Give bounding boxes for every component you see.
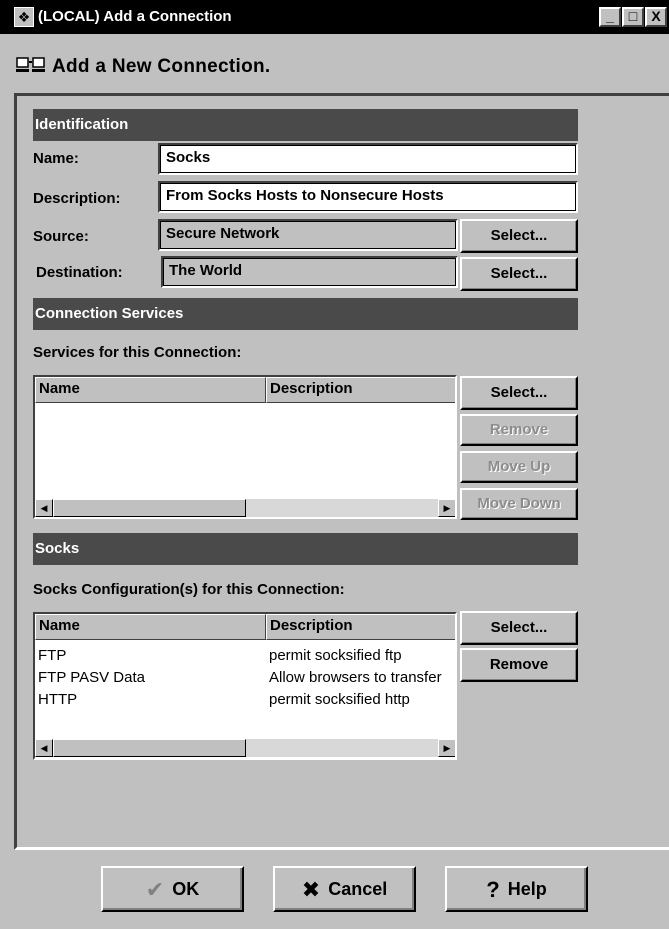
scroll-left-icon[interactable]: ◀ <box>35 499 53 517</box>
scroll-left-icon[interactable]: ◀ <box>35 739 53 757</box>
socks-row-description: permit socksified http <box>269 691 410 708</box>
destination-select-button[interactable]: Select... <box>460 257 578 291</box>
app-icon[interactable]: ❖ <box>14 7 34 27</box>
ok-label: OK <box>172 879 200 899</box>
cancel-button[interactable]: ✖ Cancel <box>273 866 416 912</box>
cancel-label: Cancel <box>328 879 388 899</box>
destination-field: The World <box>161 256 458 288</box>
services-list-label: Services for this Connection: <box>33 344 242 361</box>
services-move-down-button[interactable]: Move Down <box>460 488 578 520</box>
services-horizontal-scrollbar[interactable]: ◀ ▶ <box>35 499 455 517</box>
source-label: Source: <box>33 228 89 245</box>
name-field[interactable]: Socks <box>158 143 578 175</box>
help-button[interactable]: ? Help <box>445 866 588 912</box>
socks-section-header: Socks <box>33 533 578 565</box>
socks-row-description: permit socksified ftp <box>269 647 402 664</box>
window-title: (LOCAL) Add a Connection <box>38 8 232 25</box>
services-select-button[interactable]: Select... <box>460 376 578 410</box>
services-table-header: Name Description <box>35 377 455 403</box>
source-field: Secure Network <box>158 219 458 251</box>
scroll-thumb[interactable] <box>53 739 246 757</box>
socks-table-rows: FTP permit socksified ftp FTP PASV Data … <box>35 645 455 711</box>
scroll-thumb[interactable] <box>53 499 246 517</box>
socks-column-name[interactable]: Name <box>35 614 266 640</box>
services-column-name[interactable]: Name <box>35 377 266 403</box>
socks-table-header: Name Description <box>35 614 455 640</box>
table-row[interactable]: FTP PASV Data Allow browsers to transfer <box>35 667 455 689</box>
minimize-button[interactable]: _ <box>599 7 621 27</box>
scroll-right-icon[interactable]: ▶ <box>438 499 455 517</box>
socks-list-label: Socks Configuration(s) for this Connecti… <box>33 581 345 598</box>
source-select-button[interactable]: Select... <box>460 219 578 253</box>
connection-services-section-header: Connection Services <box>33 298 578 330</box>
socks-row-name: HTTP <box>38 691 78 708</box>
help-label: Help <box>507 879 547 899</box>
services-table[interactable]: Name Description ◀ ▶ <box>33 375 457 519</box>
ok-button[interactable]: ✔ OK <box>101 866 244 912</box>
socks-table[interactable]: Name Description FTP permit socksified f… <box>33 612 457 760</box>
connection-icon <box>16 56 46 78</box>
x-icon: ✖ <box>301 877 321 902</box>
socks-row-name: FTP PASV Data <box>38 669 145 686</box>
socks-row-description: Allow browsers to transfer <box>269 669 442 686</box>
socks-remove-button[interactable]: Remove <box>460 648 578 682</box>
title-bar: ❖ (LOCAL) Add a Connection _ □ X <box>0 0 669 34</box>
services-move-up-button[interactable]: Move Up <box>460 451 578 483</box>
page-title: Add a New Connection. <box>52 56 271 77</box>
question-icon: ? <box>486 877 500 902</box>
identification-section-header: Identification <box>33 109 578 141</box>
destination-label: Destination: <box>36 264 123 281</box>
socks-column-description[interactable]: Description <box>266 614 455 640</box>
table-row[interactable]: HTTP permit socksified http <box>35 689 455 711</box>
name-label: Name: <box>33 150 79 167</box>
table-row[interactable]: FTP permit socksified ftp <box>35 645 455 667</box>
description-field[interactable]: From Socks Hosts to Nonsecure Hosts <box>158 181 578 213</box>
socks-horizontal-scrollbar[interactable]: ◀ ▶ <box>35 739 455 757</box>
socks-row-name: FTP <box>38 647 67 664</box>
close-button[interactable]: X <box>645 7 667 27</box>
maximize-button[interactable]: □ <box>622 7 644 27</box>
scroll-right-icon[interactable]: ▶ <box>438 739 455 757</box>
services-column-description[interactable]: Description <box>266 377 455 403</box>
services-remove-button[interactable]: Remove <box>460 414 578 446</box>
socks-select-button[interactable]: Select... <box>460 611 578 645</box>
description-label: Description: <box>33 190 121 207</box>
checkmark-icon: ✔ <box>145 877 165 902</box>
